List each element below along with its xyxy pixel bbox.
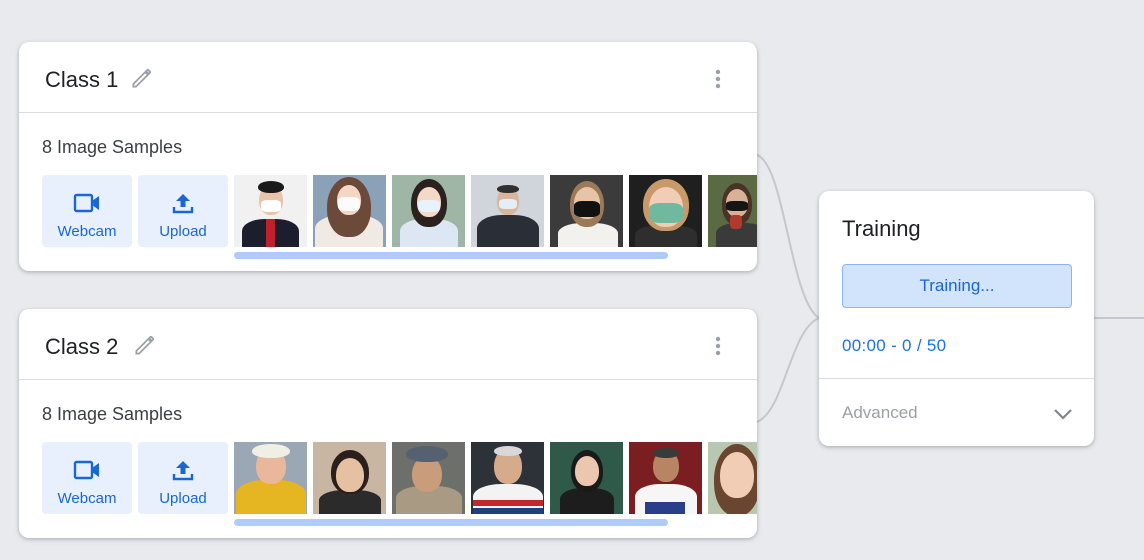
sample-thumbnail[interactable]: [234, 442, 307, 514]
advanced-toggle[interactable]: Advanced: [842, 403, 918, 423]
pencil-icon[interactable]: [132, 332, 158, 358]
training-title: Training: [842, 216, 921, 241]
class-title[interactable]: Class 1: [45, 67, 118, 93]
thumbnail-scrollbar[interactable]: [234, 252, 668, 259]
webcam-button[interactable]: Webcam: [42, 442, 132, 514]
training-progress: 00:00 - 0 / 50: [842, 336, 947, 355]
chevron-down-icon[interactable]: [1052, 403, 1074, 425]
sample-thumbnail[interactable]: [471, 442, 544, 514]
training-card: Training Training... 00:00 - 0 / 50 Adva…: [819, 191, 1094, 446]
sample-thumbnail[interactable]: [313, 175, 386, 247]
upload-icon: [172, 461, 194, 481]
samples-count-label: 8 Image Samples: [42, 137, 183, 157]
pencil-icon[interactable]: [129, 65, 155, 91]
divider: [819, 378, 1094, 379]
upload-button[interactable]: Upload: [138, 175, 228, 247]
class-card-2: Class 2 8 Image Samples Webcam Upload: [19, 309, 757, 538]
sample-thumbnail[interactable]: [708, 442, 757, 514]
sample-thumbnail[interactable]: [313, 442, 386, 514]
more-vert-icon[interactable]: [708, 336, 728, 356]
thumbnail-scrollbar[interactable]: [234, 519, 668, 526]
class-header: Class 1: [19, 42, 757, 113]
more-vert-icon[interactable]: [708, 69, 728, 89]
videocam-icon: [73, 460, 99, 480]
webcam-button[interactable]: Webcam: [42, 175, 132, 247]
sample-thumbnail[interactable]: [392, 175, 465, 247]
class-card-1: Class 1 8 Image Samples Webcam Upload: [19, 42, 757, 271]
upload-label: Upload: [159, 490, 207, 507]
webcam-label: Webcam: [57, 490, 117, 507]
thumbnail-strip: [234, 442, 757, 514]
upload-icon: [172, 194, 194, 214]
samples-count-label: 8 Image Samples: [42, 404, 183, 424]
sample-thumbnail[interactable]: [629, 442, 702, 514]
sample-thumbnail[interactable]: [550, 442, 623, 514]
sample-thumbnail[interactable]: [234, 175, 307, 247]
sample-thumbnail[interactable]: [392, 442, 465, 514]
sample-thumbnail[interactable]: [708, 175, 757, 247]
upload-label: Upload: [159, 223, 207, 240]
videocam-icon: [73, 193, 99, 213]
webcam-label: Webcam: [57, 223, 117, 240]
sample-thumbnail[interactable]: [471, 175, 544, 247]
sample-thumbnail[interactable]: [629, 175, 702, 247]
upload-button[interactable]: Upload: [138, 442, 228, 514]
class-title[interactable]: Class 2: [45, 334, 118, 360]
sample-thumbnail[interactable]: [550, 175, 623, 247]
train-model-button[interactable]: Training...: [842, 264, 1072, 308]
class-header: Class 2: [19, 309, 757, 380]
thumbnail-strip: [234, 175, 757, 247]
